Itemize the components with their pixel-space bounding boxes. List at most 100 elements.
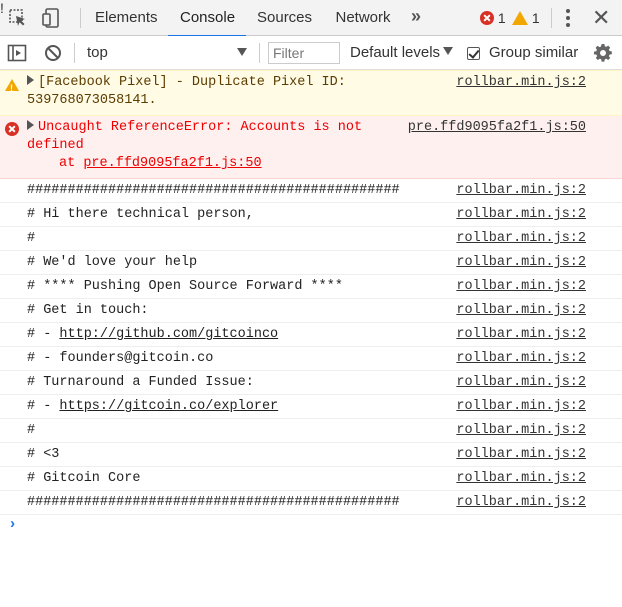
toolbar-divider <box>74 43 75 63</box>
source-link[interactable]: rollbar.min.js:2 <box>456 494 586 512</box>
customize-menu-icon[interactable] <box>566 9 570 27</box>
log-message[interactable]: # - https://gitcoin.co/explorer rollbar.m… <box>0 395 622 419</box>
source-link[interactable]: rollbar.min.js:2 <box>456 254 586 272</box>
warning-text: [Facebook Pixel] - Duplicate Pixel ID: 5… <box>27 75 346 108</box>
source-link[interactable]: rollbar.min.js:2 <box>456 74 586 92</box>
source-link[interactable]: rollbar.min.js:2 <box>456 446 586 464</box>
log-text-pre: # Turnaround a Funded Issue: <box>27 375 254 390</box>
log-text-pre: # <box>27 231 36 246</box>
gear-icon[interactable] <box>593 43 613 63</box>
warning-count: 1 <box>531 10 540 26</box>
log-text: # Hi there technical person, <box>27 206 254 224</box>
chevron-down-icon <box>443 47 453 55</box>
tab-sources[interactable]: Sources <box>257 0 312 36</box>
log-message[interactable]: # <3 rollbar.min.js:2 <box>0 443 622 467</box>
log-message[interactable]: # Get in touch: rollbar.min.js:2 <box>0 299 622 323</box>
source-link[interactable]: rollbar.min.js:2 <box>456 206 586 224</box>
source-link[interactable]: pre.ffd9095fa2f1.js:50 <box>408 119 586 137</box>
log-text: # Get in touch: <box>27 302 149 320</box>
clear-console-icon[interactable] <box>43 43 63 63</box>
close-icon[interactable]: ✕ <box>592 5 610 31</box>
chevron-down-icon <box>237 48 247 56</box>
source-link[interactable]: rollbar.min.js:2 <box>456 182 586 200</box>
log-text: # We'd love your help <box>27 254 197 272</box>
log-message[interactable]: # Turnaround a Funded Issue: rollbar.min.… <box>0 371 622 395</box>
source-link[interactable]: rollbar.min.js:2 <box>456 374 586 392</box>
log-levels-dropdown[interactable]: Default levels <box>350 44 440 61</box>
error-count-badge[interactable]: 1 <box>480 9 506 27</box>
log-text-pre: # - <box>27 327 60 342</box>
toolbar-divider <box>259 43 260 63</box>
log-message[interactable]: # rollbar.min.js:2 <box>0 419 622 443</box>
toolbar-divider <box>80 8 81 28</box>
log-text-pre: # - <box>27 399 60 414</box>
console-prompt[interactable]: › <box>8 516 17 533</box>
stack-trace: at pre.ffd9095fa2f1.js:50 <box>59 155 262 173</box>
console-toolbar: top Default levels Group similar <box>0 36 622 70</box>
log-text-pre: # **** Pushing Open Source Forward **** <box>27 279 343 294</box>
source-link[interactable]: rollbar.min.js:2 <box>456 302 586 320</box>
log-text: # Gitcoin Core <box>27 470 140 488</box>
device-toolbar-icon[interactable] <box>42 8 62 28</box>
group-similar-checkbox[interactable] <box>467 47 480 60</box>
inspect-element-icon[interactable] <box>8 8 28 28</box>
stack-trace-prefix: at <box>59 156 84 171</box>
expand-triangle-icon[interactable] <box>27 75 34 85</box>
log-text: ########################################… <box>27 182 400 200</box>
log-text-pre: # <box>27 423 36 438</box>
console-error-message[interactable]: Uncaught ReferenceError: Accounts is not… <box>0 116 622 179</box>
tab-elements[interactable]: Elements <box>95 0 158 36</box>
more-tabs-button[interactable]: » <box>411 6 421 27</box>
log-link[interactable]: https://gitcoin.co/explorer <box>59 399 278 414</box>
log-text-pre: # Get in touch: <box>27 303 149 318</box>
source-link[interactable]: rollbar.min.js:2 <box>456 326 586 344</box>
error-text-block: Uncaught ReferenceError: Accounts is not… <box>27 119 362 155</box>
warning-icon-mark: ! <box>10 83 13 93</box>
log-message[interactable]: # Hi there technical person, rollbar.min.… <box>0 203 622 227</box>
log-text: # - https://gitcoin.co/explorer <box>27 398 278 416</box>
sidebar-toggle-icon[interactable] <box>7 43 27 63</box>
warning-count-badge[interactable]: 1 <box>512 9 540 27</box>
console-messages: ! [Facebook Pixel] - Duplicate Pixel ID:… <box>0 70 622 515</box>
source-link[interactable]: rollbar.min.js:2 <box>456 230 586 248</box>
log-text: # - founders@gitcoin.co <box>27 350 213 368</box>
log-text-pre: ########################################… <box>27 183 400 198</box>
error-icon <box>5 122 19 136</box>
log-message[interactable]: ########################################… <box>0 491 622 515</box>
tab-console[interactable]: Console <box>168 0 246 37</box>
log-text-pre: # Gitcoin Core <box>27 471 141 486</box>
log-text-pre: # We'd love your help <box>27 255 198 270</box>
expand-triangle-icon[interactable] <box>27 120 34 130</box>
source-link[interactable]: rollbar.min.js:2 <box>456 278 586 296</box>
log-message[interactable]: # **** Pushing Open Source Forward **** r… <box>0 275 622 299</box>
log-list: ########################################… <box>0 179 622 515</box>
log-text-pre: ########################################… <box>27 495 400 510</box>
source-link[interactable]: rollbar.min.js:2 <box>456 422 586 440</box>
filter-input[interactable] <box>268 42 340 64</box>
log-text: # Turnaround a Funded Issue: <box>27 374 254 392</box>
log-text: # **** Pushing Open Source Forward **** <box>27 278 343 296</box>
log-text-pre: # <3 <box>27 447 60 462</box>
context-selector[interactable]: top <box>80 40 250 64</box>
context-value: top <box>87 44 108 61</box>
log-link[interactable]: http://github.com/gitcoinco <box>59 327 278 342</box>
log-message[interactable]: # - founders@gitcoin.co rollbar.min.js:2 <box>0 347 622 371</box>
log-text: # <3 <box>27 446 59 464</box>
log-message[interactable]: # rollbar.min.js:2 <box>0 227 622 251</box>
stack-trace-link[interactable]: pre.ffd9095fa2f1.js:50 <box>83 156 261 171</box>
console-warning-message[interactable]: ! [Facebook Pixel] - Duplicate Pixel ID:… <box>0 70 622 116</box>
error-text: Uncaught ReferenceError: Accounts is not… <box>27 120 363 153</box>
tab-network[interactable]: Network <box>334 0 392 36</box>
log-text-pre: # - founders@gitcoin.co <box>27 351 214 366</box>
log-message[interactable]: ########################################… <box>0 179 622 203</box>
warning-text-block: [Facebook Pixel] - Duplicate Pixel ID: 5… <box>27 74 346 110</box>
source-link[interactable]: rollbar.min.js:2 <box>456 350 586 368</box>
log-message[interactable]: # Gitcoin Core rollbar.min.js:2 <box>0 467 622 491</box>
source-link[interactable]: rollbar.min.js:2 <box>456 470 586 488</box>
log-text: # - http://github.com/gitcoinco <box>27 326 278 344</box>
error-icon <box>480 11 494 25</box>
error-count: 1 <box>497 10 506 26</box>
log-message[interactable]: # - http://github.com/gitcoinco rollbar.m… <box>0 323 622 347</box>
source-link[interactable]: rollbar.min.js:2 <box>456 398 586 416</box>
log-message[interactable]: # We'd love your help rollbar.min.js:2 <box>0 251 622 275</box>
